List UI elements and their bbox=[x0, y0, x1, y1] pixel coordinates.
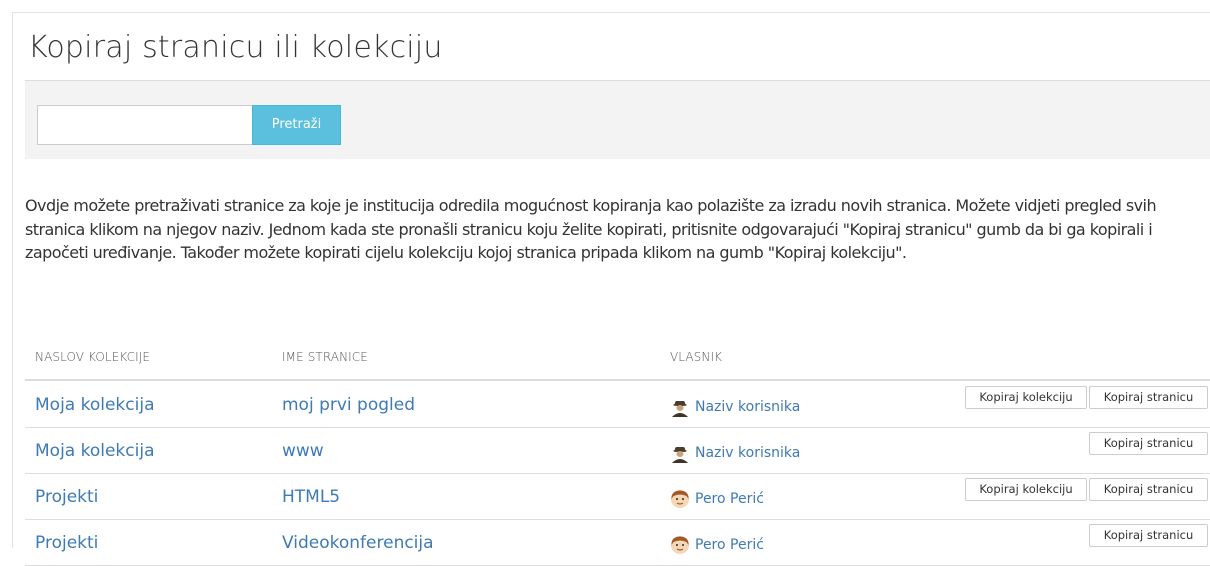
owner-link[interactable]: Naziv korisnika bbox=[670, 442, 800, 464]
owner-name: Pero Perić bbox=[695, 491, 764, 507]
owner-name: Pero Perić bbox=[695, 537, 764, 553]
page-link[interactable]: HTML5 bbox=[282, 487, 340, 507]
owner-link[interactable]: Naziv korisnika bbox=[670, 396, 800, 418]
search-bar: Pretraži bbox=[25, 81, 1210, 159]
table-row: Moja kolekcija www Naziv korisnika Kopir… bbox=[25, 428, 1210, 474]
owner-link[interactable]: Pero Perić bbox=[670, 488, 764, 510]
table-row: Moja kolekcija moj prvi pogled Naziv kor… bbox=[25, 382, 1210, 428]
user-face-icon bbox=[671, 490, 689, 508]
copy-collection-button[interactable]: Kopiraj kolekciju bbox=[965, 386, 1087, 409]
table-header: Naslov kolekcije Ime stranice Vlasnik bbox=[25, 350, 1210, 381]
page-title: Kopiraj stranicu ili kolekciju bbox=[28, 30, 443, 65]
collection-link[interactable]: Projekti bbox=[35, 533, 98, 553]
collection-link[interactable]: Moja kolekcija bbox=[35, 441, 155, 461]
copy-collection-button[interactable]: Kopiraj kolekciju bbox=[965, 478, 1087, 501]
description-text: Ovdje možete pretraživati stranice za ko… bbox=[25, 196, 1157, 262]
owner-link[interactable]: Pero Perić bbox=[670, 534, 764, 556]
collection-link[interactable]: Projekti bbox=[35, 487, 98, 507]
collection-link[interactable]: Moja kolekcija bbox=[35, 395, 155, 415]
user-silhouette-icon bbox=[670, 397, 690, 417]
search-input[interactable] bbox=[37, 105, 253, 145]
user-silhouette-icon bbox=[670, 443, 690, 463]
table-row: Projekti Videokonferencija Pero Perić Ko… bbox=[25, 520, 1210, 566]
owner-name: Naziv korisnika bbox=[695, 445, 801, 461]
copy-page-button[interactable]: Kopiraj stranicu bbox=[1089, 386, 1208, 409]
copy-page-button[interactable]: Kopiraj stranicu bbox=[1089, 524, 1208, 547]
column-header-collection: Naslov kolekcije bbox=[35, 350, 151, 364]
user-face-icon bbox=[671, 536, 689, 554]
owner-name: Naziv korisnika bbox=[695, 399, 801, 415]
copy-page-button[interactable]: Kopiraj stranicu bbox=[1089, 432, 1208, 455]
copy-page-button[interactable]: Kopiraj stranicu bbox=[1089, 478, 1208, 501]
column-header-owner: Vlasnik bbox=[670, 350, 723, 364]
column-header-page: Ime stranice bbox=[282, 350, 368, 364]
page-link[interactable]: www bbox=[282, 441, 324, 461]
table-row: Projekti HTML5 Pero Perić Kopiraj kolekc… bbox=[25, 474, 1210, 520]
search-button[interactable]: Pretraži bbox=[252, 105, 341, 145]
page-link[interactable]: Videokonferencija bbox=[282, 533, 434, 553]
page-link[interactable]: moj prvi pogled bbox=[282, 395, 415, 415]
copy-page-panel: Kopiraj stranicu ili kolekciju Pretraži … bbox=[12, 12, 1210, 566]
